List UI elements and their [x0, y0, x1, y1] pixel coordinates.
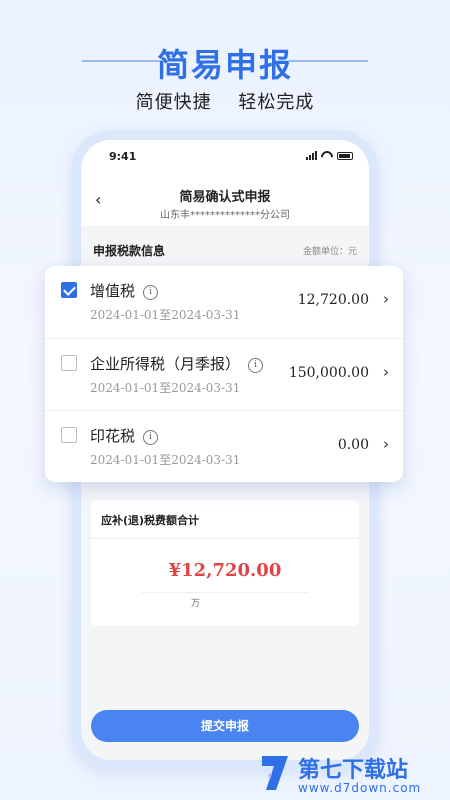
watermark-name: 第七下载站 — [298, 758, 409, 783]
summary-title: 应补(退)税费额合计 — [101, 514, 200, 527]
tax-period: 2024-01-01至2024-03-31 — [90, 453, 241, 467]
tax-amount: 150,000.00 — [288, 365, 369, 381]
tax-name: 企业所得税（月季报） — [90, 355, 241, 373]
status-bar: 9:41 — [81, 140, 369, 176]
promo-subtitle: 简便快捷 轻松完成 — [0, 88, 450, 114]
battery-icon — [337, 151, 353, 160]
promo-subtitle-left: 简便快捷 — [135, 92, 212, 113]
page-title: 简易确认式申报 — [179, 190, 271, 205]
checkbox-checked-icon[interactable] — [61, 282, 77, 298]
amount-unit: 金额单位：元 — [302, 247, 357, 257]
tax-period: 2024-01-01至2024-03-31 — [90, 381, 241, 395]
watermark-url: www.d7down.com — [298, 781, 422, 795]
promo-title: 简易申报 — [156, 46, 293, 84]
summary-divider — [91, 538, 359, 539]
tax-row-vat[interactable]: 增值税 i 2024-01-01至2024-03-31 12,720.00 › — [45, 266, 403, 338]
status-icons — [306, 151, 353, 160]
section-label: 申报税款信息 — [93, 244, 166, 258]
summary-amount: ¥12,720.00 — [168, 560, 282, 581]
submit-button[interactable]: 提交申报 — [91, 710, 359, 742]
promo-divider-right — [288, 60, 368, 62]
chevron-right-icon[interactable]: › — [383, 435, 389, 453]
promo-subtitle-right: 轻松完成 — [238, 92, 315, 113]
tax-amount: 0.00 — [337, 437, 369, 453]
tax-row-stamp[interactable]: 印花税 i 2024-01-01至2024-03-31 0.00 › — [45, 410, 403, 483]
site-logo-icon — [262, 756, 288, 790]
summary-card: 应补(退)税费额合计 ¥12,720.00 万 — [91, 500, 359, 626]
tax-name: 增值税 — [90, 282, 136, 300]
watermark: 第七下载站 www.d7down.com — [258, 752, 444, 796]
nav-bar: ‹ 简易确认式申报 山东丰**************分公司 — [81, 176, 369, 226]
status-time: 9:41 — [109, 150, 137, 163]
company-name: 山东丰**************分公司 — [160, 210, 290, 221]
signal-icon — [306, 151, 317, 160]
info-icon[interactable]: i — [248, 358, 264, 373]
summary-underline — [141, 592, 309, 593]
info-icon[interactable]: i — [143, 285, 159, 300]
checkbox-unchecked-icon[interactable] — [61, 355, 77, 371]
tax-amount: 12,720.00 — [297, 292, 369, 308]
chevron-right-icon[interactable]: › — [383, 363, 389, 381]
chevron-right-icon[interactable]: › — [383, 290, 389, 308]
tax-name: 印花税 — [90, 427, 136, 445]
summary-unit-hint: 万 — [191, 599, 201, 609]
checkbox-unchecked-icon[interactable] — [61, 427, 77, 443]
info-icon[interactable]: i — [143, 430, 159, 445]
tax-list-card: 增值税 i 2024-01-01至2024-03-31 12,720.00 › 企… — [45, 266, 403, 482]
tax-period: 2024-01-01至2024-03-31 — [90, 308, 241, 322]
wifi-icon — [321, 151, 333, 160]
tax-row-income[interactable]: 企业所得税（月季报） i 2024-01-01至2024-03-31 150,00… — [45, 338, 403, 411]
section-header: 申报税款信息 金额单位：元 — [93, 240, 357, 260]
